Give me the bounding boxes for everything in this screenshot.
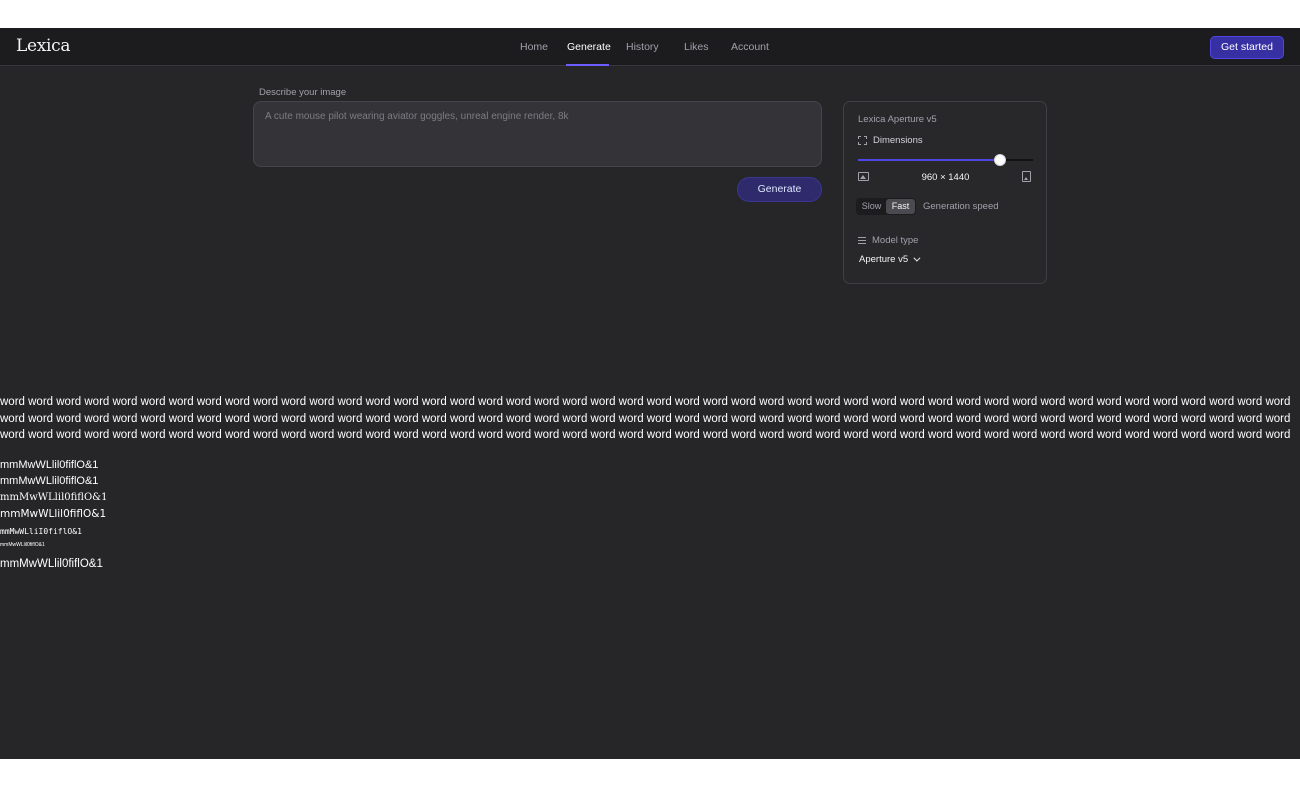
- dimensions-icon: [858, 136, 867, 145]
- font-sample: mmMwWLlil0fiflO&1: [0, 542, 45, 548]
- slider-thumb[interactable]: [994, 154, 1006, 166]
- font-sample: mmMwWLlil0fiflO&1: [0, 508, 107, 520]
- dimensions-value: 960 × 1440: [921, 172, 970, 183]
- generation-settings-panel: Lexica Aperture v5 Dimensions 960 × 1440…: [843, 101, 1047, 284]
- prompt-label: Describe your image: [259, 87, 347, 98]
- speed-option-fast[interactable]: Fast: [886, 199, 915, 214]
- speed-toggle: Slow Fast: [856, 198, 916, 215]
- portrait-image-icon[interactable]: [1022, 171, 1031, 182]
- nav-item-account[interactable]: Account: [731, 41, 769, 53]
- font-sample: mmMwWLlil0fiflO&1: [0, 459, 99, 471]
- top-nav-bar: Lexica Home Generate History Likes Accou…: [0, 28, 1300, 66]
- model-selected-value: Aperture v5: [859, 254, 909, 265]
- lexica-logo[interactable]: Lexica: [16, 36, 71, 56]
- dimensions-label: Dimensions: [873, 135, 923, 146]
- list-icon: [858, 237, 866, 244]
- speed-option-slow[interactable]: Slow: [858, 199, 885, 214]
- model-type-select[interactable]: Aperture v5: [859, 254, 921, 265]
- generate-button[interactable]: Generate: [737, 177, 822, 202]
- font-sample: mmMwWLlil0fiflO&1: [0, 558, 103, 570]
- font-sample: mmMwWLliI0fiflO&1: [0, 527, 82, 536]
- font-sample: mmMwWLlil0fiflO&1: [0, 475, 99, 487]
- nav-item-home[interactable]: Home: [520, 41, 548, 53]
- chevron-down-icon: [913, 254, 921, 262]
- model-type-label: Model type: [872, 235, 919, 246]
- active-nav-indicator: [566, 64, 609, 66]
- nav-item-likes[interactable]: Likes: [684, 41, 709, 53]
- font-test-words: word word word word word word word word …: [0, 396, 1291, 441]
- nav-item-generate[interactable]: Generate: [567, 41, 611, 53]
- slider-fill: [858, 159, 1000, 161]
- nav-item-history[interactable]: History: [626, 41, 659, 53]
- get-started-button[interactable]: Get started: [1210, 36, 1284, 59]
- prompt-input[interactable]: [253, 101, 822, 167]
- generation-speed-label: Generation speed: [923, 201, 999, 212]
- app-viewport: Lexica Home Generate History Likes Accou…: [0, 28, 1300, 759]
- font-sample: mmMwWLlil0fiflO&1: [0, 492, 108, 503]
- model-title: Lexica Aperture v5: [858, 114, 937, 125]
- dimensions-slider[interactable]: [858, 154, 1033, 166]
